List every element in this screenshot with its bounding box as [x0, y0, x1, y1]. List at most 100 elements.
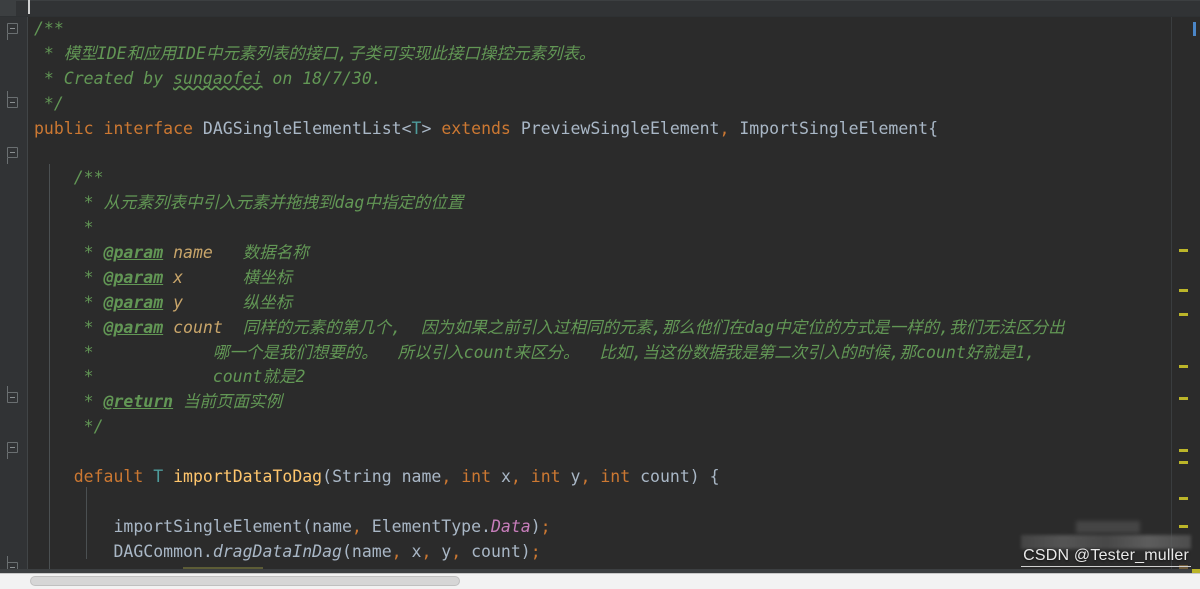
- code-token: y: [560, 467, 581, 487]
- marker-warning[interactable]: [1179, 249, 1188, 252]
- code-token: 横坐标: [183, 267, 293, 287]
- code-line[interactable]: * @param count 同样的元素的第几个, 因为如果之前引入过相同的元素…: [29, 316, 1171, 341]
- code-token: */: [34, 417, 104, 437]
- code-token: Data: [490, 516, 531, 536]
- editor-screenshot: /** * 模型IDE和应用IDE中元素列表的接口,子类可实现此接口操控元素列表…: [0, 0, 1200, 589]
- code-token: name: [391, 467, 442, 487]
- code-token: y: [431, 541, 452, 561]
- marker-warning[interactable]: [1179, 397, 1188, 400]
- code-line[interactable]: * 从元素列表中引入元素并拖拽到dag中指定的位置: [29, 191, 1171, 216]
- horizontal-scrollbar-thumb[interactable]: [30, 576, 460, 586]
- code-token: ,: [451, 541, 462, 561]
- code-token: (name: [341, 541, 392, 561]
- code-line[interactable]: default T importDataToDag(String name, i…: [29, 465, 1171, 490]
- code-line[interactable]: * @param name 数据名称: [29, 241, 1171, 266]
- code-token: ,: [391, 541, 402, 561]
- code-token: ElementType.: [361, 516, 491, 536]
- code-line[interactable]: /**: [29, 166, 1171, 191]
- code-line[interactable]: [29, 490, 1171, 515]
- code-token: *: [34, 243, 104, 263]
- fold-toggle-icon[interactable]: [7, 23, 18, 40]
- code-line[interactable]: *: [29, 216, 1171, 241]
- code-token: /**: [34, 19, 64, 38]
- watermark-blur-upper: [1076, 521, 1140, 533]
- code-token: * Created by: [34, 68, 174, 88]
- code-line[interactable]: public interface DAGSingleElementList<T>…: [29, 117, 1171, 142]
- horizontal-scrollbar-track[interactable]: [0, 573, 1200, 589]
- fold-toggle-icon[interactable]: [7, 386, 18, 403]
- code-token: <: [401, 118, 412, 138]
- code-token: ,: [510, 467, 521, 487]
- code-token: count: [173, 317, 223, 337]
- code-token: ,: [421, 541, 432, 561]
- marker-warning[interactable]: [1179, 313, 1188, 316]
- marker-warning[interactable]: [1179, 449, 1188, 452]
- code-line[interactable]: * @param y 纵坐标: [29, 291, 1171, 316]
- marker-warning[interactable]: [1179, 497, 1188, 500]
- code-line[interactable]: * Created by sungaofei on 18/7/30.: [29, 67, 1171, 92]
- code-line[interactable]: * @param x 横坐标: [29, 266, 1171, 291]
- code-token: 当前页面实例: [173, 392, 283, 412]
- code-token: * 哪一个是我们想要的。 所以引入count来区分。 比如,当这份数据我是第二次…: [34, 342, 1036, 362]
- code-token: *: [34, 317, 104, 337]
- code-token: ,: [719, 118, 730, 138]
- code-line[interactable]: * 哪一个是我们想要的。 所以引入count来区分。 比如,当这份数据我是第二次…: [29, 341, 1171, 366]
- marker-warning[interactable]: [1179, 525, 1188, 528]
- code-line[interactable]: * @return 当前页面实例: [29, 390, 1171, 415]
- code-token: T: [153, 467, 164, 487]
- code-content-area[interactable]: /** * 模型IDE和应用IDE中元素列表的接口,子类可实现此接口操控元素列表…: [29, 17, 1171, 573]
- code-token: * 模型IDE和应用IDE中元素列表的接口,子类可实现此接口操控元素列表。: [34, 43, 596, 63]
- code-token: public: [34, 118, 94, 138]
- fold-toggle-icon[interactable]: [7, 442, 18, 459]
- text-caret: [28, 0, 30, 14]
- code-line[interactable]: * count就是2: [29, 365, 1171, 390]
- fold-toggle-icon[interactable]: [7, 91, 18, 108]
- code-token: * count就是2: [34, 367, 306, 387]
- code-line[interactable]: [29, 440, 1171, 465]
- fold-toggle-icon[interactable]: [7, 147, 18, 164]
- marker-info[interactable]: [1193, 22, 1196, 36]
- code-token: T: [411, 118, 422, 138]
- code-token: extends: [441, 118, 511, 138]
- code-token: *: [34, 392, 104, 412]
- code-line[interactable]: * 模型IDE和应用IDE中元素列表的接口,子类可实现此接口操控元素列表。: [29, 42, 1171, 67]
- marker-warning[interactable]: [1179, 461, 1188, 464]
- code-token: String: [332, 467, 392, 487]
- editor-top-strip: [0, 0, 1200, 17]
- marker-warning[interactable]: [1179, 365, 1188, 368]
- editor-marker-gutter[interactable]: [1171, 17, 1200, 573]
- code-token: *: [34, 267, 104, 287]
- code-line[interactable]: */: [29, 415, 1171, 440]
- code-token: DAGSingleElementList: [202, 118, 402, 138]
- code-token: int: [530, 467, 561, 487]
- code-token: ;: [540, 516, 551, 536]
- code-token: PreviewSingleElement: [520, 118, 720, 138]
- code-token: @param: [103, 243, 164, 263]
- code-token: 数据名称: [212, 243, 309, 263]
- code-token: ,: [441, 467, 452, 487]
- code-line[interactable]: importSingleElement(name, ElementType.Da…: [29, 515, 1171, 540]
- marker-warning[interactable]: [1179, 289, 1188, 292]
- code-token: (: [322, 467, 333, 487]
- code-token: >: [421, 118, 432, 138]
- code-line[interactable]: [29, 141, 1171, 166]
- code-line[interactable]: */: [29, 92, 1171, 117]
- code-line[interactable]: /**: [29, 17, 1171, 42]
- code-token: x: [491, 467, 511, 487]
- code-token: *: [34, 292, 104, 312]
- code-token: x: [401, 541, 422, 561]
- code-line[interactable]: DAGCommon.dragDataInDag(name, x, y, coun…: [29, 540, 1171, 565]
- code-token: importDataToDag: [173, 467, 323, 487]
- editor-fold-gutter[interactable]: [0, 17, 28, 573]
